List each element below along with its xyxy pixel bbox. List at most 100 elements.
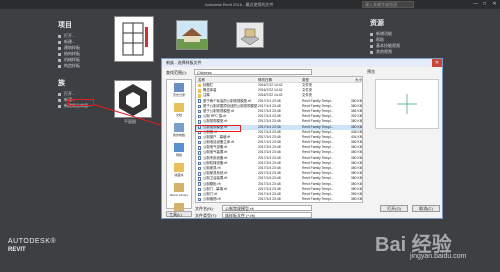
recent-project-thumbnail-2[interactable] bbox=[176, 20, 208, 50]
col-type[interactable]: 类型 bbox=[302, 77, 342, 82]
bullet-icon bbox=[58, 46, 61, 50]
bullet-icon bbox=[58, 92, 61, 96]
file-icon bbox=[198, 135, 201, 140]
thumbnail-caption: 平面图 bbox=[124, 119, 136, 124]
folder-icon bbox=[198, 89, 201, 93]
folder-icon bbox=[198, 94, 201, 98]
place-label: 网络 bbox=[175, 153, 182, 157]
bullet-icon bbox=[58, 40, 61, 44]
preview-pane bbox=[375, 79, 439, 129]
preview-label: 预览 bbox=[367, 69, 375, 74]
file-icon bbox=[198, 177, 201, 181]
3d-model-icon bbox=[240, 28, 260, 46]
folder-icon bbox=[174, 143, 184, 152]
file-icon bbox=[198, 192, 201, 197]
lookin-dropdown[interactable]: Chinese bbox=[194, 69, 312, 75]
file-icon bbox=[198, 104, 201, 109]
place-label: 收藏夹 bbox=[174, 173, 184, 177]
projects-link-label: 构造样板 bbox=[64, 63, 80, 68]
maximize-button[interactable]: □ bbox=[481, 1, 488, 8]
close-button[interactable]: ✕ bbox=[491, 1, 498, 8]
file-icon bbox=[198, 146, 201, 150]
file-icon bbox=[198, 109, 201, 114]
dialog-title-bar: 新族 - 选择样板文件 ✕ bbox=[162, 59, 442, 67]
resources-link-label: 其他视频 bbox=[376, 49, 392, 54]
col-size[interactable]: 大小 bbox=[342, 77, 362, 82]
file-icon bbox=[198, 197, 201, 202]
resources-link-3[interactable]: 其他视频 bbox=[370, 49, 470, 55]
minimize-button[interactable]: — bbox=[472, 1, 479, 8]
place-label: 历史记录 bbox=[172, 93, 185, 97]
file-size: 380 KB bbox=[350, 197, 362, 202]
places-bar: 历史记录文档我的电脑网络收藏夹 Metric Library Metric Deta… bbox=[166, 79, 192, 217]
folder-icon bbox=[174, 183, 184, 192]
file-row[interactable]: 公制植物.rft 2017/1/4 23:48 Revit Family Templ… bbox=[196, 197, 362, 202]
filename-input[interactable]: 公制常规模型.rft bbox=[222, 205, 312, 211]
folder-icon bbox=[174, 103, 184, 112]
cancel-button[interactable]: 取消(C) bbox=[412, 205, 440, 212]
search-input[interactable]: 键入关键字或短语 bbox=[362, 1, 414, 8]
place-1[interactable]: 文档 bbox=[167, 100, 191, 120]
folder-icon bbox=[174, 83, 184, 92]
bullet-icon bbox=[370, 38, 373, 42]
projects-link-5[interactable]: 构造样板 bbox=[58, 63, 168, 69]
recent-project-thumbnail-3[interactable] bbox=[236, 22, 264, 48]
file-icon bbox=[198, 120, 201, 124]
filetype-dropdown[interactable]: 族样板文件 (*.rft) bbox=[222, 212, 312, 218]
revit-logo: REVIT bbox=[8, 247, 26, 253]
filetype-label: 文件类型(T): bbox=[195, 213, 218, 218]
bullet-icon bbox=[58, 34, 61, 38]
file-name-cell: 公制植物.rft bbox=[196, 197, 258, 202]
bullet-icon bbox=[370, 32, 373, 36]
place-label: 文档 bbox=[175, 113, 182, 117]
file-icon bbox=[198, 161, 201, 166]
resources-section: 资源 新增功能 帮助 基本技能视频 其他视频 bbox=[370, 18, 470, 55]
bullet-icon bbox=[370, 50, 373, 54]
col-name[interactable]: 名称 bbox=[196, 77, 258, 82]
filename-label: 文件名(N): bbox=[195, 206, 214, 211]
window-title: Autodesk Revit 2016 - 最近使用的文件 bbox=[205, 2, 274, 7]
baidu-watermark-url: jingyan.baidu.com bbox=[410, 253, 467, 260]
resources-heading: 资源 bbox=[370, 20, 384, 27]
file-icon bbox=[198, 172, 201, 176]
lookin-label: 查找范围(I): bbox=[166, 70, 187, 75]
preview-crosshair-icon bbox=[397, 94, 417, 114]
file-icon bbox=[198, 182, 201, 186]
folder-icon bbox=[174, 163, 184, 172]
place-3[interactable]: 网络 bbox=[167, 140, 191, 160]
dialog-title: 新族 - 选择样板文件 bbox=[166, 60, 202, 65]
place-4[interactable]: 收藏夹 bbox=[167, 160, 191, 180]
place-6[interactable]: Metric Detail bbox=[167, 200, 191, 220]
file-icon bbox=[198, 114, 201, 119]
title-bar: Autodesk Revit 2016 - 最近使用的文件 键入关键字或短语 —… bbox=[0, 0, 500, 9]
folder-icon bbox=[174, 123, 184, 132]
file-type: Revit Family Templ... bbox=[302, 197, 334, 202]
bullet-icon bbox=[58, 52, 61, 56]
file-icon bbox=[198, 151, 201, 155]
open-button[interactable]: 打开(O) bbox=[380, 205, 408, 212]
file-list: 名称 修改日期 类型 大小 标题栏 2016/7/22 14:42 文件夹 概念体量 2… bbox=[195, 76, 363, 203]
place-5[interactable]: Metric Library bbox=[167, 180, 191, 200]
place-2[interactable]: 我的电脑 bbox=[167, 120, 191, 140]
file-icon bbox=[198, 166, 201, 171]
annotation-box-selected bbox=[195, 125, 241, 132]
bullet-icon bbox=[58, 104, 61, 108]
annotation-box-new bbox=[68, 99, 94, 106]
dialog-close-button[interactable]: ✕ bbox=[432, 59, 442, 67]
file-icon bbox=[198, 140, 201, 145]
file-icon bbox=[198, 156, 201, 160]
autodesk-logo: AUTODESK® bbox=[8, 238, 57, 245]
bullet-icon bbox=[58, 98, 61, 102]
folder-icon bbox=[198, 83, 201, 88]
tools-button[interactable]: 工具(L) bbox=[166, 211, 192, 217]
file-name: 公制植物.rft bbox=[203, 197, 221, 202]
col-date[interactable]: 修改日期 bbox=[258, 77, 302, 82]
house-render-icon bbox=[177, 21, 207, 49]
place-0[interactable]: 历史记录 bbox=[167, 80, 191, 100]
bullet-icon bbox=[58, 64, 61, 68]
file-icon bbox=[198, 99, 201, 103]
new-family-dialog: 新族 - 选择样板文件 ✕ 查找范围(I): Chinese 预览 历史记录文档… bbox=[161, 58, 443, 219]
recent-project-thumbnail[interactable] bbox=[114, 16, 154, 62]
file-date: 2017/1/4 23:48 bbox=[258, 197, 281, 202]
bullet-icon bbox=[370, 44, 373, 48]
